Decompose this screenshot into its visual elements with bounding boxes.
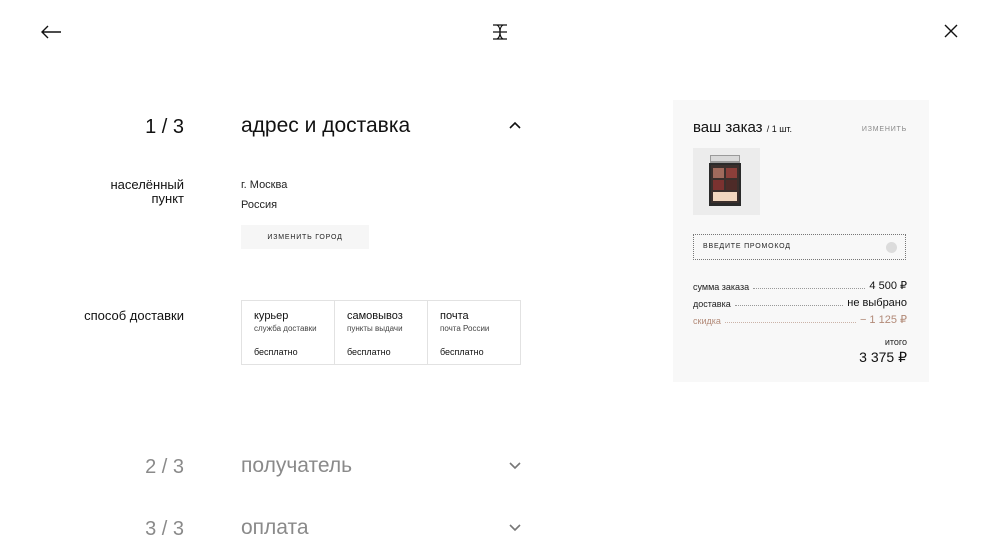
order-sum-row: сумма заказа 4 500 ₽ xyxy=(693,278,907,292)
logo-icon[interactable] xyxy=(491,23,509,41)
step-title[interactable]: оплата xyxy=(241,516,309,540)
delivery-method-label: способ доставки xyxy=(84,308,184,323)
promo-code-placeholder: ВВЕДИТЕ ПРОМОКОД xyxy=(703,243,791,250)
row-key: скидка xyxy=(693,316,721,326)
change-city-button[interactable]: ИЗМЕНИТЬ ГОРОД xyxy=(241,225,369,249)
delivery-option-courier[interactable]: курьер служба доставки бесплатно xyxy=(242,301,335,364)
row-value: не выбрано xyxy=(847,297,907,309)
order-quantity: / 1 шт. xyxy=(766,124,793,134)
city-label: населённый пункт xyxy=(110,177,185,206)
close-icon[interactable] xyxy=(944,24,958,38)
chevron-down-icon[interactable] xyxy=(509,462,521,470)
option-price: бесплатно xyxy=(254,347,298,357)
row-leader xyxy=(724,322,856,323)
delivery-options: курьер служба доставки бесплатно самовыв… xyxy=(241,300,521,365)
country-value: Россия xyxy=(241,199,278,211)
step-number: 2 / 3 xyxy=(145,456,184,478)
chevron-down-icon[interactable] xyxy=(509,524,521,532)
option-subtitle: служба доставки xyxy=(254,324,317,333)
option-name: самовывоз xyxy=(347,310,403,322)
option-name: почта xyxy=(440,310,469,322)
promo-submit-icon[interactable] xyxy=(886,242,897,253)
option-subtitle: почта России xyxy=(440,324,490,333)
chevron-up-icon[interactable] xyxy=(509,121,521,129)
option-price: бесплатно xyxy=(347,347,391,357)
option-subtitle: пункты выдачи xyxy=(347,324,403,333)
discount-row: скидка − 1 125 ₽ xyxy=(693,312,907,326)
delivery-option-pickup[interactable]: самовывоз пункты выдачи бесплатно xyxy=(335,301,428,364)
order-title-text: ваш заказ xyxy=(693,119,763,136)
row-key: доставка xyxy=(693,299,731,309)
delivery-cost-row: доставка не выбрано xyxy=(693,295,907,309)
row-leader xyxy=(734,305,844,306)
delivery-option-post[interactable]: почта почта России бесплатно xyxy=(428,301,520,364)
row-value: − 1 125 ₽ xyxy=(859,314,907,326)
row-key: сумма заказа xyxy=(693,282,750,292)
total-value: 3 375 ₽ xyxy=(859,349,907,365)
option-name: курьер xyxy=(254,310,289,322)
order-summary: ваш заказ / 1 шт. ИЗМЕНИТЬ ВВЕДИТЕ ПРОМО… xyxy=(673,100,929,382)
product-thumbnail[interactable] xyxy=(693,148,760,215)
promo-code-field[interactable]: ВВЕДИТЕ ПРОМОКОД xyxy=(693,234,906,260)
back-arrow-icon[interactable] xyxy=(40,24,62,40)
step-number: 1 / 3 xyxy=(145,116,184,138)
row-leader xyxy=(753,288,866,289)
row-value: 4 500 ₽ xyxy=(869,280,907,292)
option-price: бесплатно xyxy=(440,347,484,357)
step-title[interactable]: адрес и доставка xyxy=(241,114,410,138)
step-title[interactable]: получатель xyxy=(241,454,352,478)
eyeshadow-palette-icon xyxy=(709,155,741,206)
order-title: ваш заказ / 1 шт. xyxy=(693,119,792,136)
step-number: 3 / 3 xyxy=(145,518,184,540)
edit-order-link[interactable]: ИЗМЕНИТЬ xyxy=(862,126,907,133)
total-label: итого xyxy=(884,337,907,347)
city-value: г. Москва xyxy=(241,179,288,191)
